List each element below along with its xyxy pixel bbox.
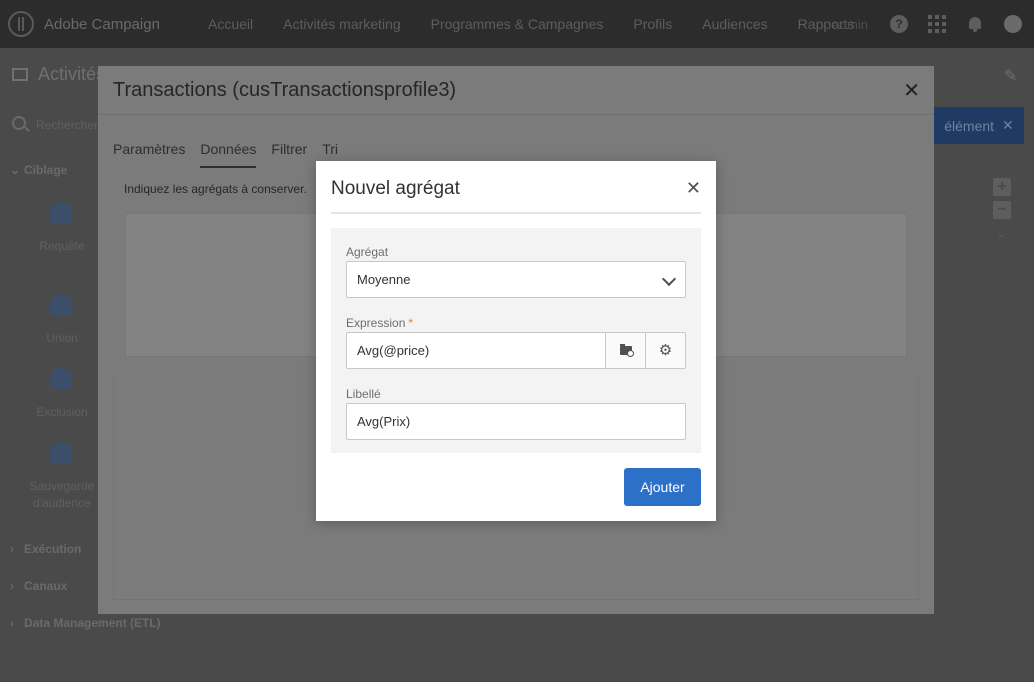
- chevron-right-icon: ›: [10, 616, 14, 630]
- nav-right-tools: admin ?: [833, 0, 1022, 48]
- aggregate-select[interactable]: Moyenne: [346, 261, 686, 298]
- category-ciblage[interactable]: ⌄ Ciblage: [10, 163, 67, 177]
- libelle-label: Libellé: [346, 387, 381, 401]
- aggregate-form: Agrégat Moyenne Expression* ⚙ Libellé: [331, 228, 701, 453]
- expression-folder-button[interactable]: [605, 332, 646, 369]
- adobe-campaign-logo-icon: [8, 11, 34, 37]
- nav-item-activites-marketing[interactable]: Activités marketing: [283, 16, 400, 32]
- help-icon[interactable]: ?: [890, 15, 908, 33]
- gear-icon: ⚙: [658, 342, 673, 359]
- chevron-down-icon: ⌄: [10, 163, 21, 177]
- tab-donnees[interactable]: Données: [200, 141, 257, 168]
- close-icon[interactable]: ✕: [903, 81, 920, 101]
- search-icon[interactable]: [12, 116, 26, 130]
- chevron-right-icon: ›: [10, 542, 14, 556]
- dialog-divider: [331, 212, 701, 214]
- aggregate-select-value: Moyenne: [357, 272, 411, 287]
- nav-item-accueil[interactable]: Accueil: [208, 16, 253, 32]
- activities-search-input[interactable]: Rechercher: [36, 118, 98, 132]
- dialog-title: Transactions (cusTransactionsprofile3): [113, 79, 457, 101]
- category-data-management-label: Data Management (ETL): [24, 616, 161, 630]
- nav-item-audiences[interactable]: Audiences: [702, 16, 767, 32]
- nav-item-profils[interactable]: Profils: [633, 16, 672, 32]
- notification-bell-icon[interactable]: [968, 16, 982, 32]
- main-nav: Accueil Activités marketing Programmes &…: [208, 16, 884, 32]
- pencil-icon[interactable]: ✎: [1004, 66, 1020, 85]
- new-aggregate-dialog: Nouvel agrégat ✕ Agrégat Moyenne Express…: [316, 161, 716, 521]
- activity-sauvegarde-line2: d'audience: [33, 496, 91, 510]
- aggregate-label: Agrégat: [346, 245, 389, 259]
- activity-sauvegarde-line1: Sauvegarde: [29, 479, 95, 493]
- activity-requete[interactable]: Requête: [12, 238, 112, 255]
- dialog-divider: [98, 114, 934, 115]
- category-canaux-label: Canaux: [24, 579, 68, 593]
- add-element-button[interactable]: élément ✕: [934, 107, 1024, 144]
- layout-toggle-icon[interactable]: [12, 68, 28, 81]
- activities-panel-title: Activités: [38, 64, 106, 84]
- category-execution[interactable]: › Exécution: [10, 542, 81, 556]
- category-data-management[interactable]: › Data Management (ETL): [10, 616, 161, 630]
- adobe-campaign-logo[interactable]: Adobe Campaign: [8, 11, 208, 37]
- required-marker: *: [408, 316, 414, 330]
- expression-input[interactable]: [346, 332, 606, 369]
- close-icon: ✕: [1002, 117, 1014, 133]
- expression-label: Expression *: [346, 316, 413, 330]
- user-name[interactable]: admin: [833, 17, 868, 32]
- activity-union[interactable]: Union: [12, 330, 112, 347]
- exclusion-activity-icon: [50, 368, 72, 390]
- category-execution-label: Exécution: [24, 542, 82, 556]
- add-element-label: élément: [944, 117, 995, 134]
- add-button[interactable]: Ajouter: [624, 468, 701, 506]
- activity-sauvegarde-audience[interactable]: Sauvegarde d'audience: [12, 478, 112, 512]
- chevron-right-icon: ›: [10, 579, 14, 593]
- chevron-down-icon: [661, 271, 677, 287]
- aggregates-hint: Indiquez les agrégats à conserver.: [124, 182, 307, 196]
- logo-text: Adobe Campaign: [44, 15, 160, 33]
- folder-icon: [619, 344, 634, 357]
- top-navigation-bar: Adobe Campaign Accueil Activités marketi…: [0, 0, 1034, 48]
- chevron-down-icon[interactable]: ⌄: [996, 226, 1006, 240]
- tab-filtrer[interactable]: Filtrer: [271, 141, 307, 168]
- activity-exclusion[interactable]: Exclusion: [12, 404, 112, 421]
- save-audience-activity-icon: [50, 442, 72, 464]
- libelle-input[interactable]: [346, 403, 686, 440]
- zoom-out-icon[interactable]: −: [993, 201, 1011, 219]
- nav-item-programmes-campagnes[interactable]: Programmes & Campagnes: [431, 16, 604, 32]
- zoom-in-icon[interactable]: +: [993, 178, 1011, 196]
- close-icon[interactable]: ✕: [686, 179, 701, 197]
- new-aggregate-title: Nouvel agrégat: [331, 178, 460, 199]
- query-activity-icon: [50, 202, 72, 224]
- tab-parametres[interactable]: Paramètres: [113, 141, 185, 168]
- user-avatar[interactable]: [1004, 15, 1022, 33]
- expression-editor-button[interactable]: ⚙: [645, 332, 686, 369]
- category-canaux[interactable]: › Canaux: [10, 579, 67, 593]
- expression-label-text: Expression: [346, 316, 406, 330]
- apps-grid-icon[interactable]: [928, 15, 946, 33]
- category-ciblage-label: Ciblage: [24, 163, 68, 177]
- union-activity-icon: [50, 294, 72, 316]
